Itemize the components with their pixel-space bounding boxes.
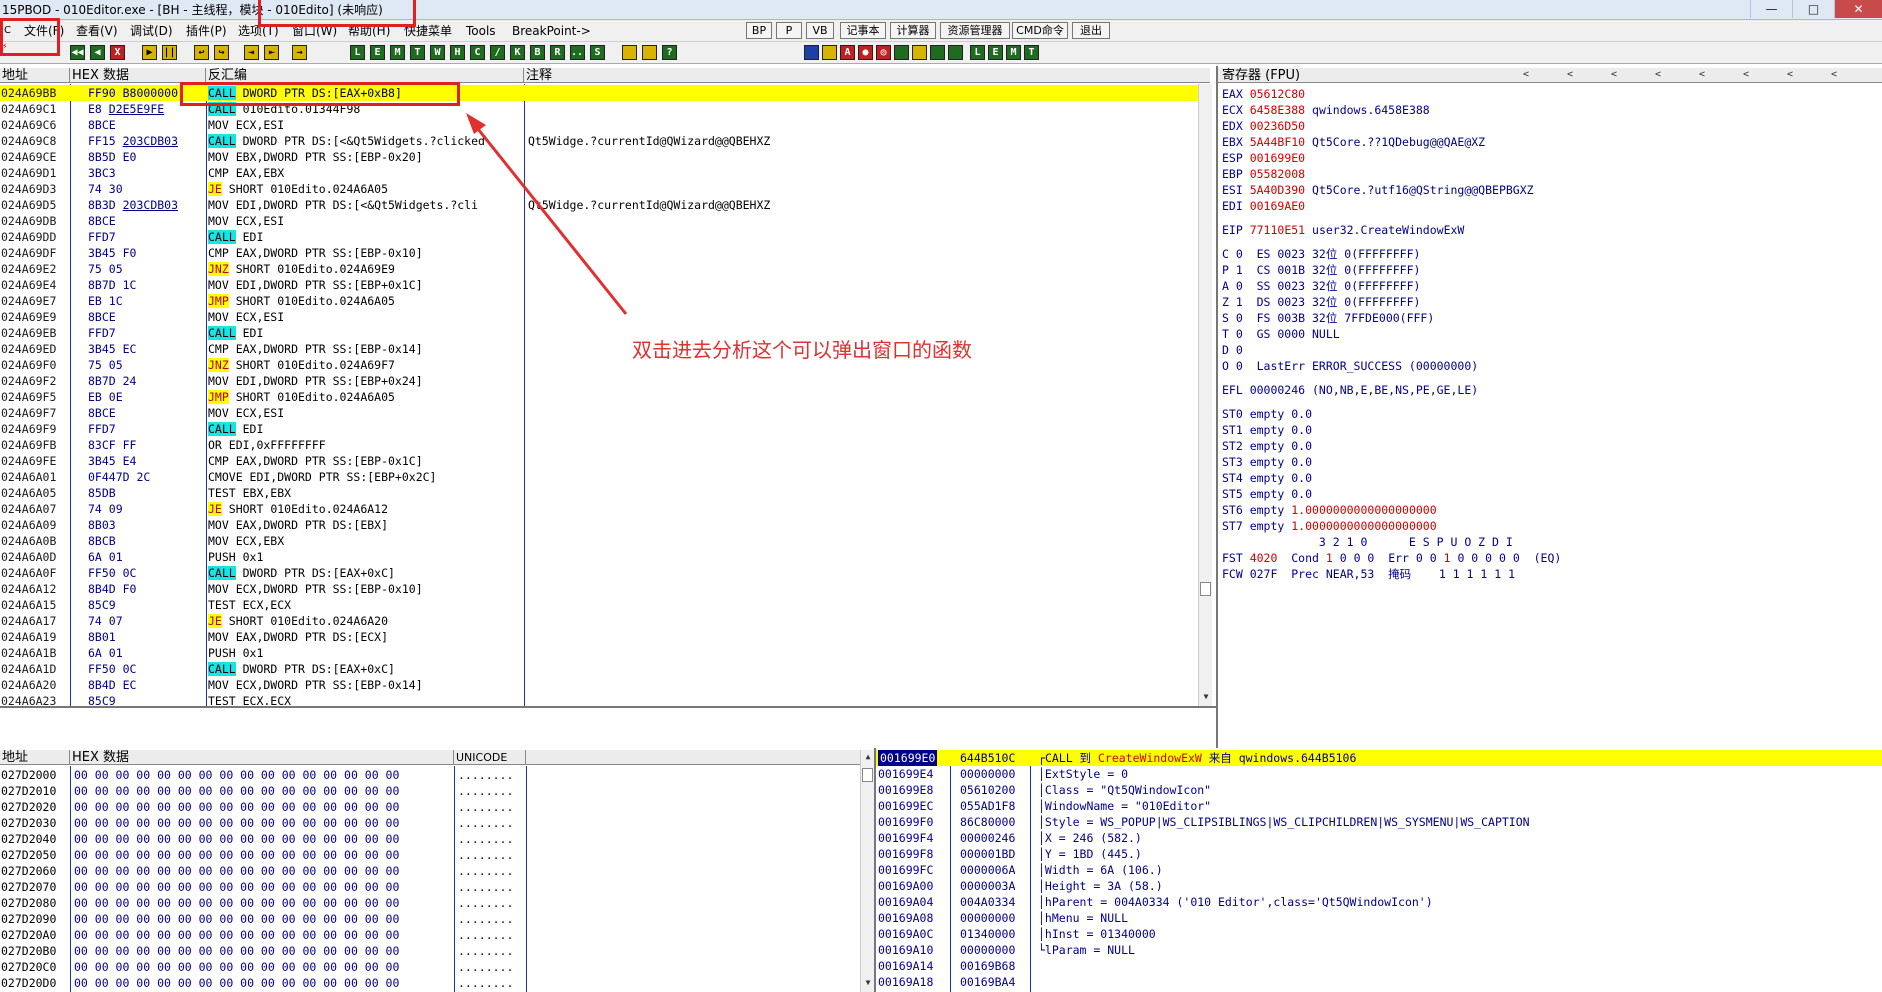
annotation-text: 双击进去分析这个可以弹出窗口的函数	[632, 338, 972, 362]
annotation-arrow	[466, 113, 628, 315]
